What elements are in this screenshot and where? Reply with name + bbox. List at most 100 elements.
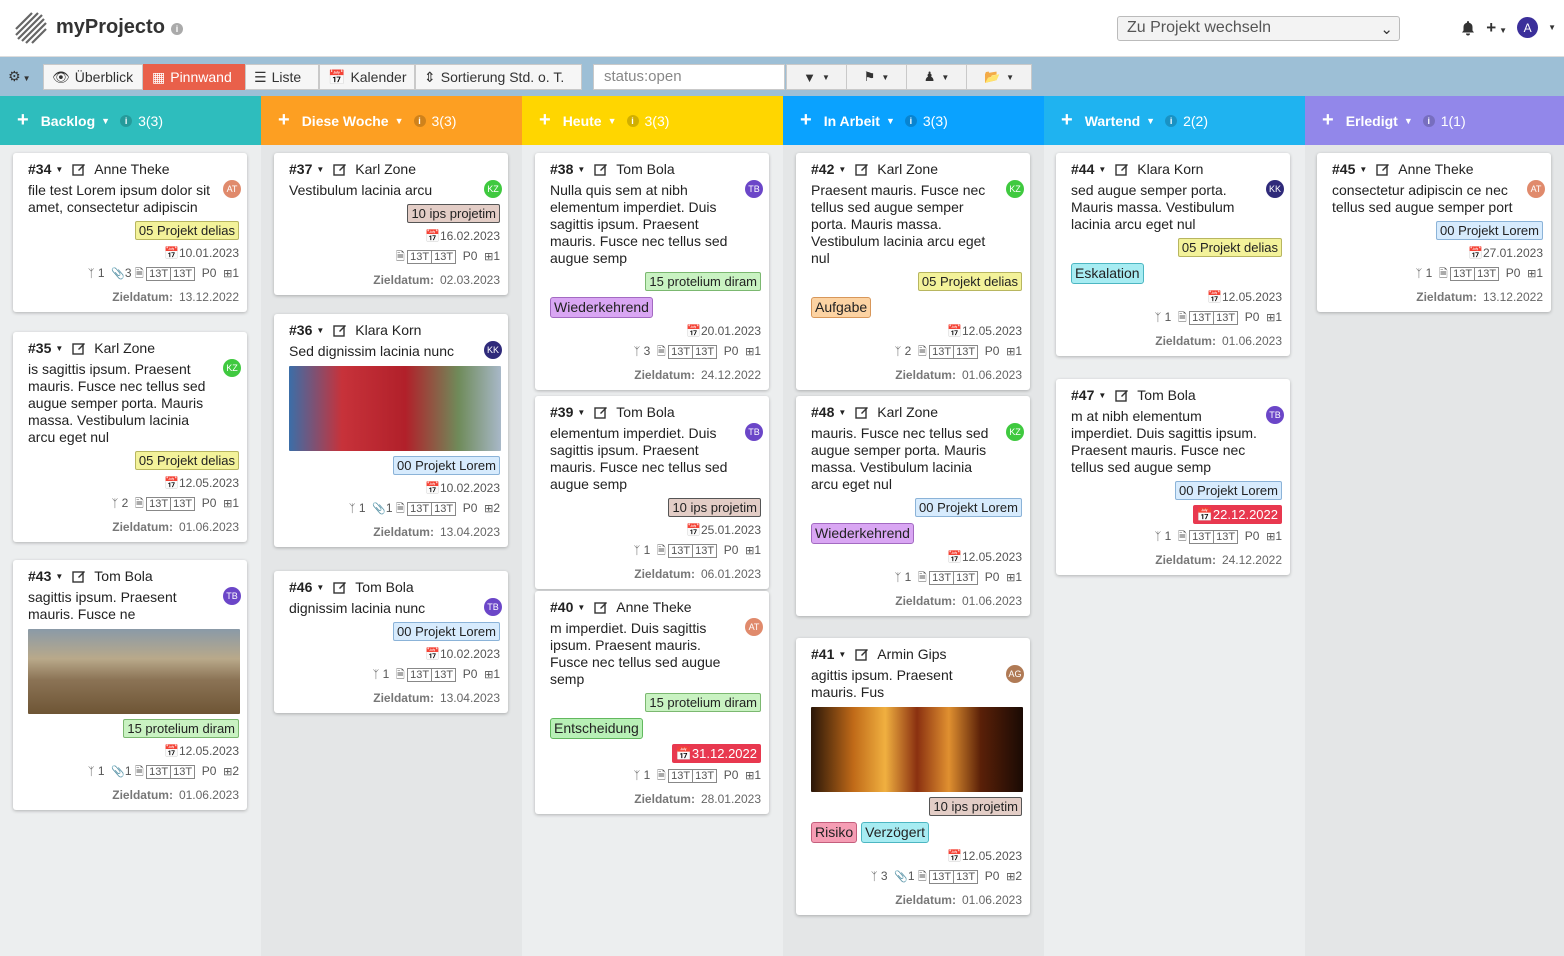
edit-icon[interactable] [594, 405, 608, 419]
edit-icon[interactable] [72, 162, 86, 176]
card-id[interactable]: #39 [550, 404, 573, 420]
info-icon[interactable]: i [171, 23, 183, 35]
card-id[interactable]: #43 [28, 568, 51, 584]
card-id[interactable]: #48 [811, 404, 834, 420]
project-label[interactable]: 00 Projekt Lorem [915, 498, 1022, 517]
assignee-avatar[interactable]: TB [1266, 406, 1284, 424]
card-image[interactable] [289, 366, 501, 451]
assignee-avatar[interactable]: TB [745, 423, 763, 441]
task-card[interactable]: #35 ▼ Karl Zone is sagittis ipsum. Praesent… [13, 332, 247, 542]
tag-badge[interactable]: Wiederkehrend [811, 523, 914, 544]
task-card[interactable]: #38 ▼ Tom Bola Nulla quis sem at nibh eleme… [535, 153, 769, 390]
task-card[interactable]: #46 ▼ Tom Bola dignissim lacinia nunc TB 00 P… [274, 571, 508, 713]
edit-icon[interactable] [333, 580, 347, 594]
caret-down-icon[interactable]: ▼ [886, 116, 895, 126]
app-logo-icon[interactable] [12, 9, 48, 47]
edit-icon[interactable] [333, 323, 347, 337]
add-card-icon[interactable]: + [1061, 109, 1073, 132]
caret-down-icon[interactable]: ▼ [577, 408, 585, 417]
add-card-icon[interactable]: + [539, 109, 551, 132]
project-label[interactable]: 10 ips projetim [668, 498, 761, 517]
card-id[interactable]: #38 [550, 161, 573, 177]
add-card-icon[interactable]: + [800, 109, 812, 132]
user-filter-button[interactable]: ♟ ▼ [906, 64, 967, 90]
view-overview-button[interactable]: 👁 Überblick [43, 64, 143, 90]
add-card-icon[interactable]: + [1322, 109, 1334, 132]
task-card[interactable]: #43 ▼ Tom Bola sagittis ipsum. Praesent mau… [13, 560, 247, 810]
project-switch-select[interactable]: Zu Projekt wechseln ⌄ [1117, 16, 1400, 41]
assignee-avatar[interactable]: AT [745, 618, 763, 636]
caret-down-icon[interactable]: ▼ [577, 603, 585, 612]
card-id[interactable]: #44 [1071, 161, 1094, 177]
app-title[interactable]: myProjecto [56, 16, 165, 39]
view-board-button[interactable]: ▦ Pinnwand [143, 64, 245, 90]
card-id[interactable]: #47 [1071, 387, 1094, 403]
task-card[interactable]: #47 ▼ Tom Bola m at nibh elementum imperdie… [1056, 379, 1290, 575]
info-icon[interactable]: i [1165, 114, 1178, 127]
caret-down-icon[interactable]: ▼ [577, 165, 585, 174]
edit-icon[interactable] [72, 341, 86, 355]
caret-down-icon[interactable]: ▼ [55, 165, 63, 174]
caret-down-icon[interactable]: ▼ [1098, 391, 1106, 400]
edit-icon[interactable] [855, 405, 869, 419]
caret-down-icon[interactable]: ▼ [101, 116, 110, 126]
project-label[interactable]: 15 protelium diram [645, 272, 761, 291]
edit-icon[interactable] [855, 647, 869, 661]
edit-icon[interactable] [1376, 162, 1390, 176]
task-card[interactable]: #40 ▼ Anne Theke m imperdiet. Duis sagittis… [535, 591, 769, 814]
info-icon[interactable]: i [904, 114, 917, 127]
gear-icon[interactable]: ⚙ ▼ [8, 68, 30, 85]
view-calendar-button[interactable]: 📅 Kalender [319, 64, 415, 90]
edit-icon[interactable] [1115, 162, 1129, 176]
task-card[interactable]: #41 ▼ Armin Gips agittis ipsum. Praesent ma… [796, 638, 1030, 915]
task-card[interactable]: #39 ▼ Tom Bola elementum imperdiet. Duis sa… [535, 396, 769, 589]
search-input[interactable]: status:open [593, 64, 785, 90]
project-label[interactable]: 05 Projekt delias [134, 221, 239, 240]
task-card[interactable]: #44 ▼ Klara Korn sed augue semper porta. Ma… [1056, 153, 1290, 356]
card-id[interactable]: #34 [28, 161, 51, 177]
column-header[interactable]: + Backlog ▼ i 3(3) [0, 96, 261, 145]
add-card-icon[interactable]: + [17, 109, 29, 132]
task-card[interactable]: #37 ▼ Karl Zone Vestibulum lacinia arcu KZ 10… [274, 153, 508, 295]
column-header[interactable]: + In Arbeit ▼ i 3(3) [783, 96, 1044, 145]
info-icon[interactable]: i [1422, 114, 1435, 127]
edit-icon[interactable] [855, 162, 869, 176]
project-label[interactable]: 05 Projekt delias [917, 272, 1022, 291]
edit-icon[interactable] [1115, 388, 1129, 402]
card-id[interactable]: #45 [1332, 161, 1355, 177]
caret-down-icon[interactable]: ▼ [608, 116, 617, 126]
sort-button[interactable]: ⇕ Sortierung Std. o. T. [415, 64, 582, 90]
card-image[interactable] [811, 707, 1023, 792]
task-card[interactable]: #34 ▼ Anne Theke file test Lorem ipsum dolo… [13, 153, 247, 312]
filter-button[interactable]: ▼ ▼ [786, 64, 847, 90]
add-card-icon[interactable]: + [278, 109, 290, 132]
task-card[interactable]: #36 ▼ Klara Korn Sed dignissim lacinia nunc… [274, 314, 508, 547]
column-header[interactable]: + Wartend ▼ i 2(2) [1044, 96, 1305, 145]
caret-down-icon[interactable]: ▼ [395, 116, 404, 126]
tag-badge[interactable]: Aufgabe [811, 297, 872, 318]
project-label[interactable]: 05 Projekt delias [134, 451, 239, 470]
edit-icon[interactable] [333, 162, 347, 176]
project-label[interactable]: 15 protelium diram [645, 693, 761, 712]
edit-icon[interactable] [594, 162, 608, 176]
card-id[interactable]: #35 [28, 340, 51, 356]
tag-filter-button[interactable]: ⚑ ▼ [846, 64, 907, 90]
project-label[interactable]: 15 protelium diram [123, 719, 239, 738]
tag-badge[interactable]: Verzögert [861, 822, 930, 843]
caret-down-icon[interactable]: ▼ [55, 344, 63, 353]
project-label[interactable]: 00 Projekt Lorem [1436, 221, 1543, 240]
caret-down-icon[interactable]: ▼ [838, 408, 846, 417]
assignee-avatar[interactable]: AG [1006, 665, 1024, 683]
caret-down-icon[interactable]: ▼ [316, 165, 324, 174]
caret-down-icon[interactable]: ▼ [1146, 116, 1155, 126]
user-avatar[interactable]: A [1517, 17, 1539, 38]
caret-down-icon[interactable]: ▼ [316, 326, 324, 335]
info-icon[interactable]: i [413, 114, 426, 127]
view-list-button[interactable]: ☰ Liste [245, 64, 319, 90]
caret-down-icon[interactable]: ▼ [1359, 165, 1367, 174]
caret-down-icon[interactable]: ▼ [316, 583, 324, 592]
project-label[interactable]: 05 Projekt delias [1177, 238, 1282, 257]
caret-down-icon[interactable]: ▼ [1098, 165, 1106, 174]
folder-filter-button[interactable]: 📂 ▼ [966, 64, 1032, 90]
assignee-avatar[interactable]: TB [745, 180, 763, 198]
